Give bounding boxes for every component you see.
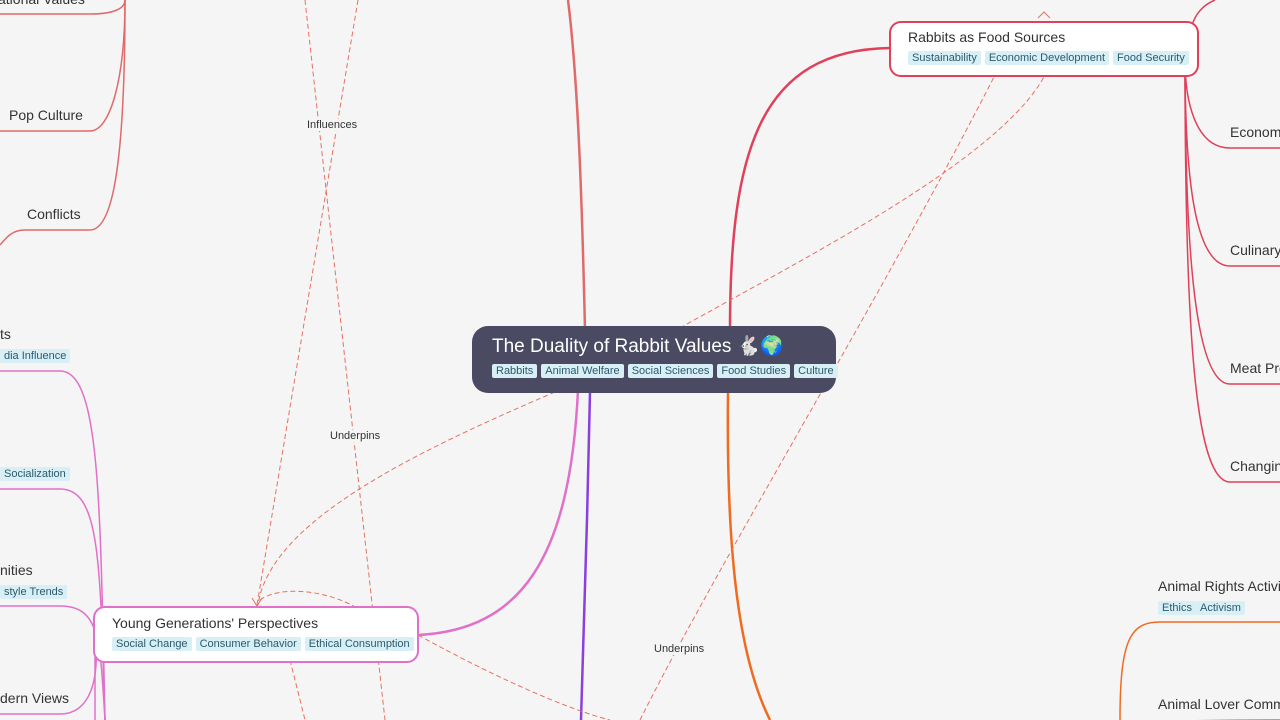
branch-orange (726, 391, 772, 720)
node-modern-views[interactable]: dern Views (0, 690, 69, 706)
tag-food-security[interactable]: Food Security (1113, 51, 1189, 65)
node-pop-culture[interactable]: Pop Culture (9, 107, 83, 123)
young-generations-node[interactable]: Young Generations' Perspectives Social C… (93, 606, 419, 663)
node-changing[interactable]: Changin (1230, 458, 1280, 474)
tag-activism[interactable]: Activism (1196, 601, 1245, 615)
node-economic[interactable]: Econom (1230, 124, 1280, 140)
tag-animal-welfare[interactable]: Animal Welfare (541, 364, 624, 378)
tag-culture[interactable]: Culture (794, 364, 838, 378)
relation-label-underpins-left[interactable]: Underpins (328, 430, 383, 442)
tag-food-studies[interactable]: Food Studies (717, 364, 791, 378)
tag-ethical-consumption[interactable]: Ethical Consumption (304, 637, 414, 651)
branch-up (566, 0, 587, 331)
central-title-text: The Duality of Rabbit Values (492, 336, 732, 357)
tag-social-sciences[interactable]: Social Sciences (627, 364, 714, 378)
food-sub-branches (1184, 0, 1280, 483)
branch-young-generations (417, 389, 580, 637)
food-sources-title: Rabbits as Food Sources (908, 29, 1066, 45)
tag-economic-development[interactable]: Economic Development (984, 51, 1109, 65)
tag-social-change[interactable]: Social Change (112, 637, 192, 651)
young-generations-tags: Social Change Consumer Behavior Ethical … (112, 637, 414, 651)
node-animal-rights-activism[interactable]: Animal Rights Activis (1158, 578, 1280, 594)
central-topic-title: The Duality of Rabbit Values 🐇🌍 (492, 334, 816, 358)
node-culinary[interactable]: Culinary (1230, 242, 1280, 258)
tag-ethics[interactable]: Ethics (1158, 601, 1196, 615)
branch-purple (579, 391, 592, 720)
node-national-values[interactable]: ational Values (0, 0, 85, 7)
node-ts[interactable]: ts (0, 326, 11, 342)
node-nities[interactable]: nities (0, 562, 33, 578)
tag-media-influence[interactable]: dia Influence (0, 349, 71, 363)
food-sources-tags: Sustainability Economic Development Food… (908, 51, 1189, 65)
left-pink-sub-branches (0, 370, 106, 720)
young-generations-title: Young Generations' Perspectives (112, 615, 319, 631)
central-tags: Rabbits Animal Welfare Social Sciences F… (492, 364, 838, 378)
branch-food-sources (728, 46, 891, 331)
tag-consumer-behavior[interactable]: Consumer Behavior (195, 637, 301, 651)
node-meat-production[interactable]: Meat Pro (1230, 360, 1280, 376)
food-sources-node[interactable]: Rabbits as Food Sources Sustainability E… (889, 21, 1199, 77)
node-conflicts[interactable]: Conflicts (27, 206, 81, 222)
relation-label-underpins-bottom[interactable]: Underpins (652, 643, 707, 655)
relation-label-influences[interactable]: Influences (305, 119, 360, 131)
tag-rabbits[interactable]: Rabbits (492, 364, 538, 378)
central-topic-node[interactable]: The Duality of Rabbit Values 🐇🌍 Rabbits … (472, 326, 838, 393)
tag-socialization[interactable]: Socialization (0, 467, 70, 481)
node-animal-lover-community[interactable]: Animal Lover Comm (1158, 696, 1280, 712)
arrowhead-food (1037, 11, 1051, 19)
rabbit-globe-emoji-icon: 🐇🌍 (736, 336, 784, 357)
tag-lifestyle-trends[interactable]: style Trends (0, 585, 68, 599)
tag-sustainability[interactable]: Sustainability (908, 51, 981, 65)
